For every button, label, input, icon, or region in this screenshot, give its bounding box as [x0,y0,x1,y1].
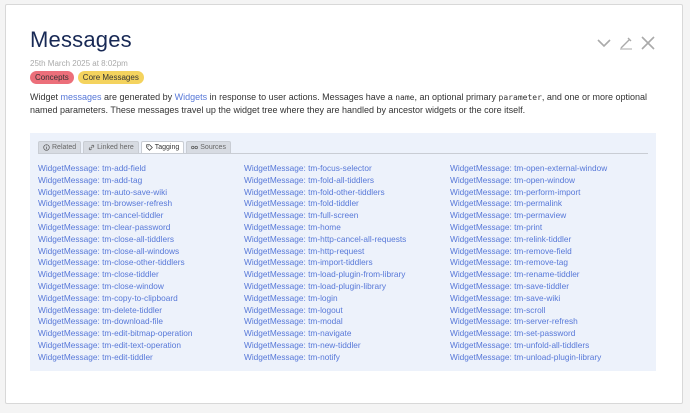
tag-list: Concepts Core Messages [30,71,144,84]
tagging-link[interactable]: WidgetMessage: tm-remove-field [450,246,656,258]
tagging-link[interactable]: WidgetMessage: tm-http-cancel-all-reques… [244,234,450,246]
tagging-link[interactable]: WidgetMessage: tm-import-tiddlers [244,257,450,269]
tagging-link[interactable]: WidgetMessage: tm-server-refresh [450,316,656,328]
tag-core-messages[interactable]: Core Messages [77,71,144,84]
tagging-link[interactable]: WidgetMessage: tm-clear-password [38,222,244,234]
tagging-link[interactable]: WidgetMessage: tm-navigate [244,328,450,340]
code-parameter: parameter [498,93,542,102]
tagging-link[interactable]: WidgetMessage: tm-modal [244,316,450,328]
tagging-link[interactable]: WidgetMessage: tm-new-tiddler [244,340,450,352]
messages-link[interactable]: messages [61,92,102,102]
tagging-link[interactable]: WidgetMessage: tm-perform-import [450,187,656,199]
tagging-link[interactable]: WidgetMessage: tm-print [450,222,656,234]
tagging-link[interactable]: WidgetMessage: tm-save-wiki [450,293,656,305]
tagging-link[interactable]: WidgetMessage: tm-fold-all-tiddlers [244,175,450,187]
tagging-link[interactable]: WidgetMessage: tm-edit-tiddler [38,352,244,364]
tagging-link[interactable]: WidgetMessage: tm-close-other-tiddlers [38,257,244,269]
tab-label: Related [52,144,77,151]
tagging-column-1: WidgetMessage: tm-add-field WidgetMessage… [38,163,244,364]
tagging-link[interactable]: WidgetMessage: tm-save-tiddler [450,281,656,293]
tagging-link[interactable]: WidgetMessage: tm-unload-plugin-library [450,352,656,364]
tiddler-controls [596,35,656,51]
tagging-link[interactable]: WidgetMessage: tm-remove-tag [450,257,656,269]
tagging-link[interactable]: WidgetMessage: tm-unfold-all-tiddlers [450,340,656,352]
tagging-link[interactable]: WidgetMessage: tm-add-tag [38,175,244,187]
tagging-link[interactable]: WidgetMessage: tm-login [244,293,450,305]
modified-date: 25th March 2025 at 8:02pm [30,59,128,68]
tagging-link[interactable]: WidgetMessage: tm-scroll [450,305,656,317]
tagging-link[interactable]: WidgetMessage: tm-fold-other-tiddlers [244,187,450,199]
tagging-list: WidgetMessage: tm-add-field WidgetMessage… [38,163,656,364]
body-text: in response to user actions. Messages ha… [207,92,396,102]
tab-divider [38,153,648,154]
tagging-link[interactable]: WidgetMessage: tm-edit-text-operation [38,340,244,352]
tagging-link[interactable]: WidgetMessage: tm-logout [244,305,450,317]
tagging-link[interactable]: WidgetMessage: tm-close-window [38,281,244,293]
close-icon[interactable] [640,35,656,51]
tagging-link[interactable]: WidgetMessage: tm-set-password [450,328,656,340]
tab-label: Tagging [154,144,180,151]
tagging-link[interactable]: WidgetMessage: tm-cancel-tiddler [38,210,244,222]
tab-label: Sources [200,144,226,151]
code-name: name [395,93,415,102]
tagging-link[interactable]: WidgetMessage: tm-relink-tiddler [450,234,656,246]
tagging-link[interactable]: WidgetMessage: tm-close-tiddler [38,269,244,281]
widgets-link[interactable]: Widgets [175,92,208,102]
tagging-link[interactable]: WidgetMessage: tm-http-request [244,246,450,258]
tagging-link[interactable]: WidgetMessage: tm-edit-bitmap-operation [38,328,244,340]
body-text: are generated by [101,92,175,102]
tagging-link[interactable]: WidgetMessage: tm-auto-save-wiki [38,187,244,199]
tagging-link[interactable]: WidgetMessage: tm-full-screen [244,210,450,222]
tagging-link[interactable]: WidgetMessage: tm-delete-tiddler [38,305,244,317]
edit-icon[interactable] [618,35,634,51]
tagging-link[interactable]: WidgetMessage: tm-add-field [38,163,244,175]
body-text: Widget [30,92,61,102]
tagging-link[interactable]: WidgetMessage: tm-load-plugin-library [244,281,450,293]
tagging-link[interactable]: WidgetMessage: tm-download-file [38,316,244,328]
tab-label: Linked here [97,144,134,151]
tagging-link[interactable]: WidgetMessage: tm-load-plugin-from-libra… [244,269,450,281]
tagging-column-3: WidgetMessage: tm-open-external-window Wi… [450,163,656,364]
chevron-down-icon[interactable] [596,35,612,51]
tagging-column-2: WidgetMessage: tm-focus-selector WidgetMe… [244,163,450,364]
info-panel: Related Linked here Tagging Sources Widg… [30,133,656,371]
info-icon [43,144,50,151]
tagging-link[interactable]: WidgetMessage: tm-close-all-windows [38,246,244,258]
tag-icon [146,144,153,151]
tagging-link[interactable]: WidgetMessage: tm-close-all-tiddlers [38,234,244,246]
tagging-link[interactable]: WidgetMessage: tm-open-window [450,175,656,187]
tagging-link[interactable]: WidgetMessage: tm-permalink [450,198,656,210]
tag-concepts[interactable]: Concepts [30,71,74,84]
tagging-link[interactable]: WidgetMessage: tm-rename-tiddler [450,269,656,281]
tiddler-body: Widget messages are generated by Widgets… [30,91,660,117]
tagging-link[interactable]: WidgetMessage: tm-fold-tiddler [244,198,450,210]
tagging-link[interactable]: WidgetMessage: tm-browser-refresh [38,198,244,210]
body-text: , an optional primary [414,92,499,102]
tiddler-frame: Messages 25th March 2025 at 8:02pm Conce… [5,4,683,404]
sources-icon [191,145,199,150]
tagging-link[interactable]: WidgetMessage: tm-copy-to-clipboard [38,293,244,305]
tagging-link[interactable]: WidgetMessage: tm-notify [244,352,450,364]
tagging-link[interactable]: WidgetMessage: tm-home [244,222,450,234]
tagging-link[interactable]: WidgetMessage: tm-focus-selector [244,163,450,175]
tagging-link[interactable]: WidgetMessage: tm-open-external-window [450,163,656,175]
page-title: Messages [30,27,132,52]
tagging-link[interactable]: WidgetMessage: tm-permaview [450,210,656,222]
link-icon [88,144,95,151]
